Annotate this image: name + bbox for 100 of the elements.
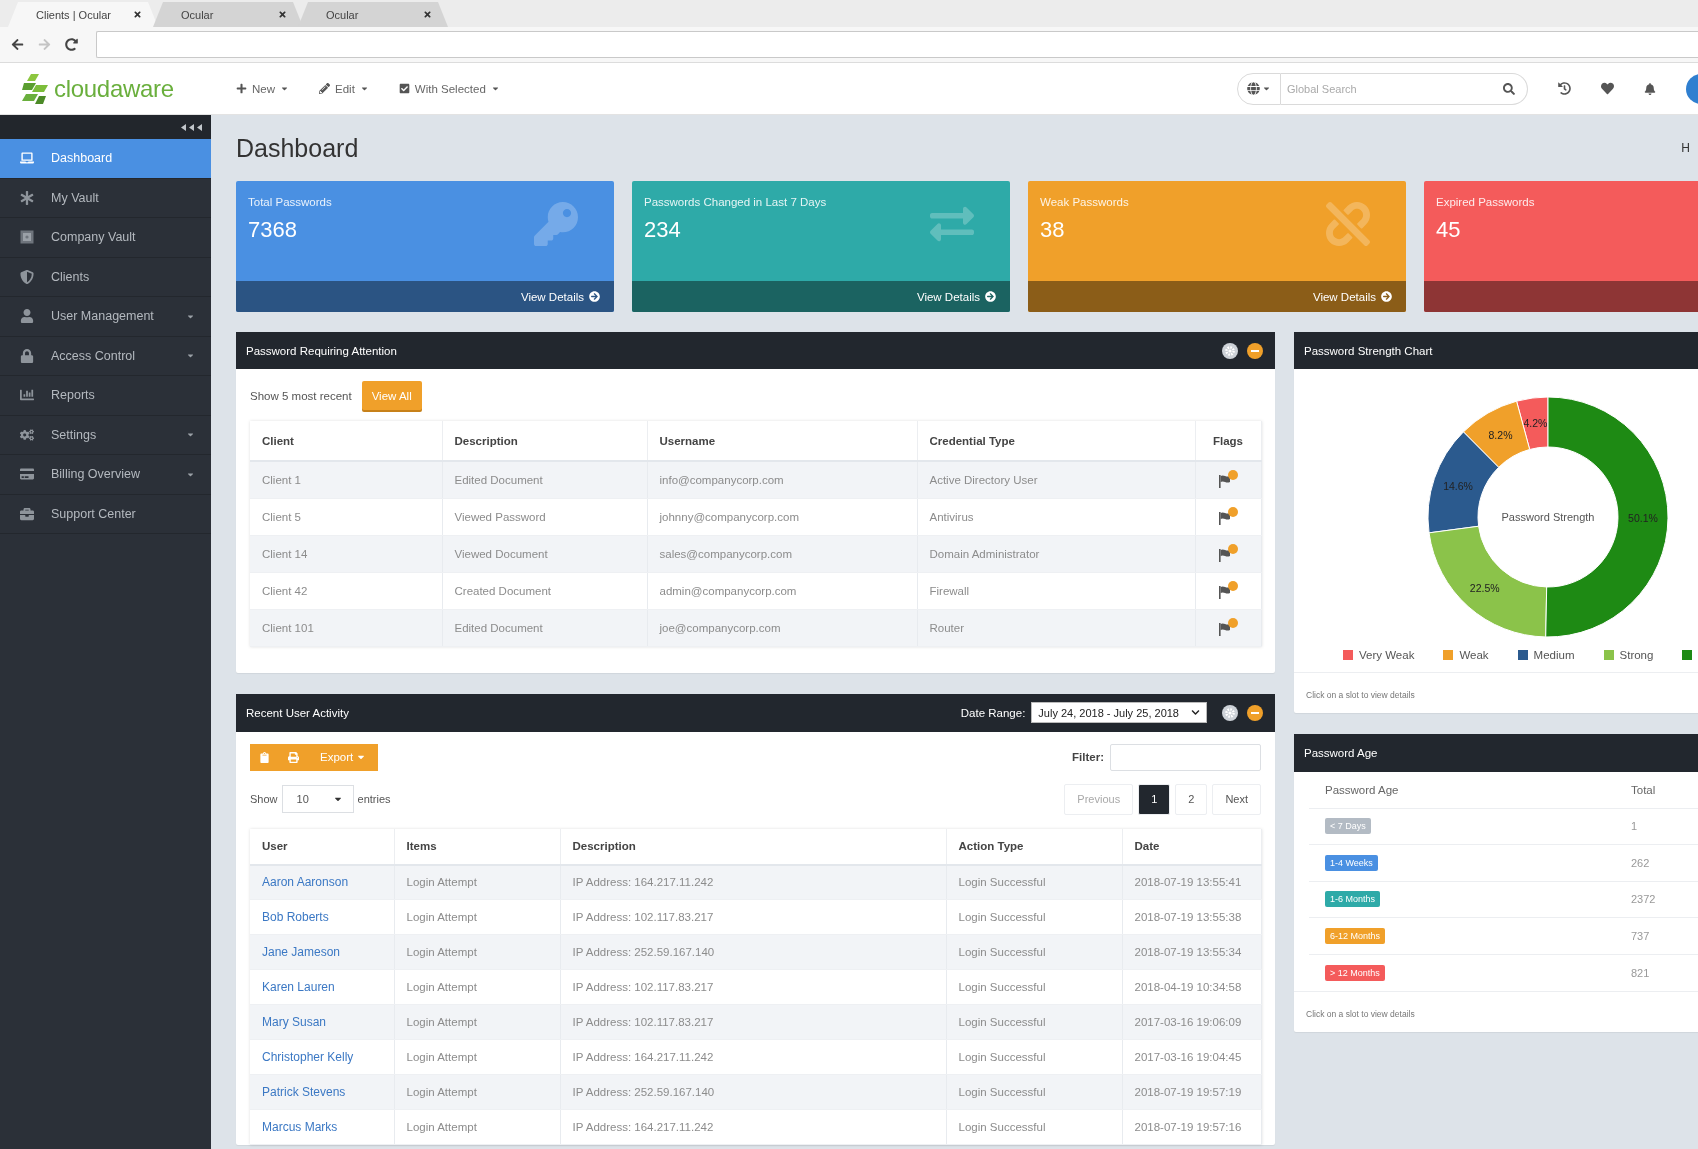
legend-label[interactable]: Weak <box>1459 649 1489 661</box>
stat-value: 7368 <box>248 217 298 243</box>
shield-icon <box>20 269 34 284</box>
search-field[interactable]: Global Search <box>1281 72 1528 105</box>
table-cell: info@companycorp.com <box>647 461 917 498</box>
column-header: Client <box>250 421 442 461</box>
legend-label[interactable]: Strong <box>1619 649 1654 661</box>
menu-button[interactable]: New <box>236 82 289 95</box>
flag-badge-icon <box>1217 580 1239 599</box>
stat-value: 38 <box>1040 217 1066 243</box>
table-cell: joe@companycorp.com <box>647 609 917 646</box>
user-link[interactable]: Aaron Aaronson <box>262 875 349 890</box>
pencil-icon <box>319 83 330 94</box>
table-cell: Login Successful <box>946 934 1122 970</box>
table-cell: Login Attempt <box>394 864 560 900</box>
page-title: Dashboard <box>236 133 359 163</box>
table-cell: 1 <box>1615 808 1698 845</box>
reload-icon[interactable] <box>65 38 78 51</box>
close-icon[interactable] <box>423 10 432 19</box>
table-cell: Login Attempt <box>394 1039 560 1075</box>
menu-button[interactable]: With Selected <box>398 82 500 95</box>
heart-icon[interactable] <box>1601 82 1614 95</box>
breadcrumb-link[interactable]: H <box>1681 141 1690 155</box>
close-icon[interactable] <box>133 10 142 19</box>
browser-tab[interactable]: Ocular <box>298 2 448 27</box>
user-link[interactable]: Patrick Stevens <box>262 1085 346 1099</box>
slice-label: 22.5% <box>1469 581 1500 594</box>
table-cell: 2018-07-19 19:57:19 <box>1122 1074 1261 1110</box>
settings-icon[interactable] <box>1222 704 1238 721</box>
briefcase-icon <box>20 506 34 521</box>
legend-label[interactable]: Medium <box>1533 649 1575 661</box>
flag-badge-icon <box>1217 617 1239 636</box>
table-cell: 2018-07-19 13:55:34 <box>1122 934 1261 970</box>
table-cell: Login Successful <box>946 1074 1122 1110</box>
gears-icon <box>20 427 34 442</box>
user-link[interactable]: Marcus Marks <box>262 1120 338 1134</box>
chart-slice[interactable] <box>1428 525 1548 638</box>
column-header: Action Type <box>946 828 1122 865</box>
address-field[interactable] <box>96 31 1698 58</box>
plus-icon <box>236 83 247 94</box>
column-header: Description <box>442 421 647 461</box>
table-cell: IP Address: 102.117.83.217 <box>560 969 946 1005</box>
broken-link-icon <box>1326 202 1370 246</box>
stat-title: Passwords Changed in Last 7 Days <box>644 196 827 208</box>
pagination-button[interactable]: 1 <box>1138 783 1171 815</box>
checkbox-icon <box>398 83 410 94</box>
settings-icon[interactable] <box>1222 342 1238 359</box>
table-cell: Login Successful <box>946 1004 1122 1040</box>
panel-title: Password Age <box>1304 747 1378 759</box>
menu-button[interactable]: Edit <box>319 82 369 95</box>
table-cell: IP Address: 102.117.83.217 <box>560 1004 946 1040</box>
browser-tab[interactable]: Ocular <box>153 2 303 27</box>
table-cell: Login Attempt <box>394 934 560 970</box>
filter-field[interactable] <box>1110 743 1261 771</box>
search-icon[interactable] <box>1503 82 1515 95</box>
pagination-button[interactable]: 2 <box>1175 783 1208 815</box>
table-cell: 821 <box>1615 954 1698 991</box>
column-header: Credential Type <box>917 421 1195 461</box>
table-cell: Viewed Document <box>442 535 647 572</box>
table-cell: Login Attempt <box>394 969 560 1005</box>
table-cell: Active Directory User <box>917 461 1195 498</box>
column-header: Description <box>560 828 946 865</box>
collapse-icon[interactable] <box>181 123 203 131</box>
history-icon[interactable] <box>1558 82 1571 95</box>
minus-icon[interactable] <box>1247 342 1263 359</box>
minus-icon[interactable] <box>1247 704 1263 721</box>
table-cell: Login Attempt <box>394 1074 560 1110</box>
globe-dropdown-button[interactable] <box>1237 72 1281 105</box>
table-cell: sales@companycorp.com <box>647 535 917 572</box>
stat-value: 234 <box>644 217 682 243</box>
user-link[interactable]: Christopher Kelly <box>262 1050 354 1064</box>
page-size-select[interactable]: 10 <box>281 785 354 813</box>
view-details-link[interactable]: View Details <box>1312 290 1376 303</box>
column-header: Password Age <box>1309 772 1615 808</box>
asterisk-icon <box>20 190 34 205</box>
user-link[interactable]: Bob Roberts <box>262 910 329 924</box>
user-icon <box>20 309 34 324</box>
column-header: Date <box>1122 828 1261 865</box>
view-details-link[interactable]: View Details <box>520 290 584 303</box>
bell-icon[interactable] <box>1644 82 1656 95</box>
user-link[interactable]: Karen Lauren <box>262 980 335 994</box>
browser-tab[interactable]: Clients | Ocular <box>8 2 158 27</box>
table-cell: Login Successful <box>946 969 1122 1005</box>
close-icon[interactable] <box>278 10 287 19</box>
date-range-select[interactable]: July 24, 2018 - July 25, 2018 <box>1031 702 1207 723</box>
column-header: Username <box>647 421 917 461</box>
user-link[interactable]: Mary Susan <box>262 1015 327 1029</box>
logo-icon <box>22 73 48 104</box>
printer-icon <box>288 751 299 763</box>
table-cell: Login Attempt <box>394 899 560 935</box>
table-cell: IP Address: 102.117.83.217 <box>560 899 946 935</box>
caret-icon <box>359 84 369 93</box>
slice-label: 4.2% <box>1523 416 1548 429</box>
back-icon[interactable] <box>11 38 24 51</box>
user-link[interactable]: Jane Jameson <box>262 945 341 959</box>
pagination-button[interactable]: Next <box>1212 783 1261 815</box>
sidebar-item[interactable]: Company Vault <box>0 218 211 258</box>
view-details-link[interactable]: View Details <box>916 290 980 303</box>
legend-label[interactable]: Very Weak <box>1359 649 1415 661</box>
date-range-label: Date Range: <box>960 706 1026 719</box>
